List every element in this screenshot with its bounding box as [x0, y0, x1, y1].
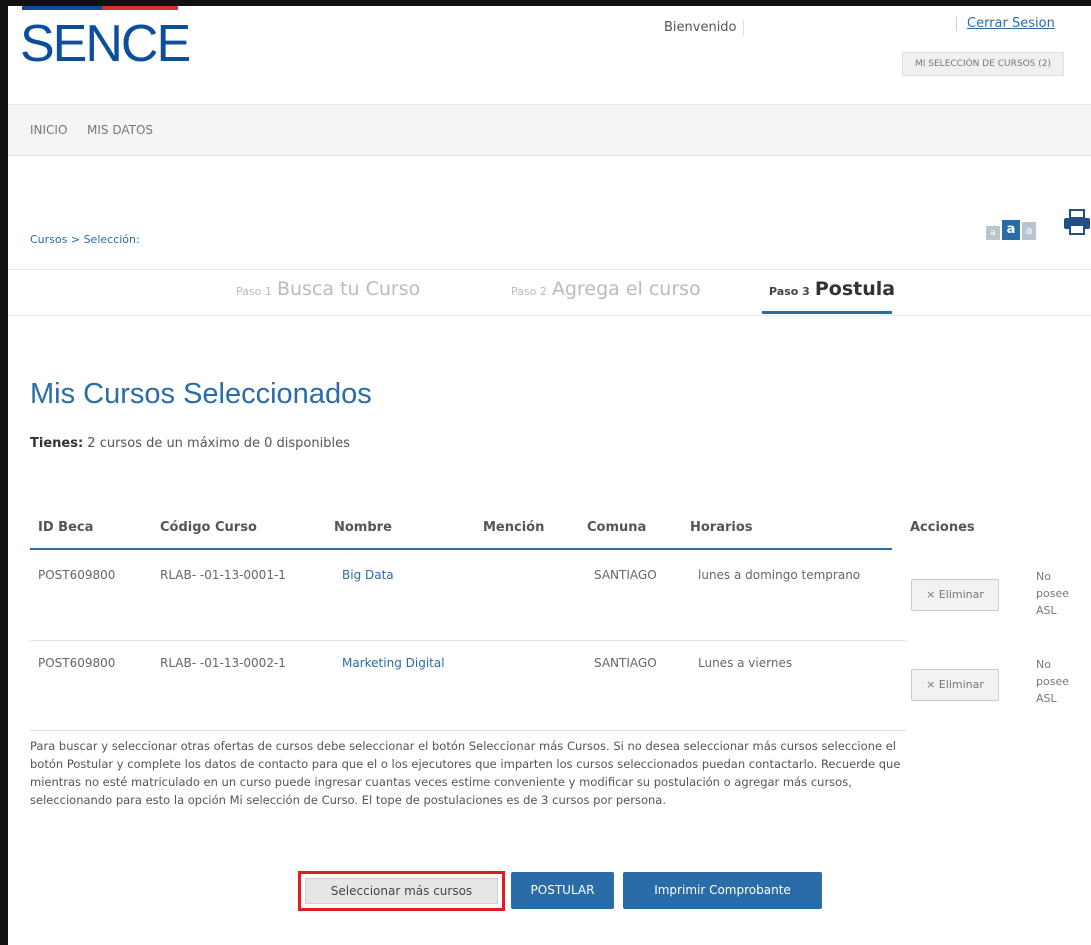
cell-horarios: Lunes a viernes	[698, 656, 793, 670]
cell-horarios: lunes a domingo temprano	[698, 568, 861, 582]
cell-id-beca: POST609800	[38, 656, 116, 670]
logo-color-bar	[22, 6, 178, 10]
col-header-comuna: Comuna	[587, 520, 647, 535]
page-title: Mis Cursos Seleccionados	[30, 378, 372, 410]
steps-bar: Paso 1 Busca tu Curso Paso 2 Agrega el c…	[8, 269, 1091, 316]
active-step-indicator	[762, 311, 892, 314]
courses-summary: Tienes: 2 cursos de un máximo de 0 dispo…	[30, 436, 350, 451]
col-header-codigo: Código Curso	[160, 520, 257, 535]
print-receipt-button[interactable]: Imprimir Comprobante	[623, 872, 822, 909]
window-frame-left	[0, 0, 8, 945]
cell-id-beca: POST609800	[38, 568, 116, 582]
main-nav: INICIO MIS DATOS	[8, 104, 1091, 156]
step-3[interactable]: Paso 3 Postula	[769, 278, 895, 300]
col-header-id-beca: ID Beca	[38, 520, 94, 535]
page: SENCE Bienvenido Cerrar Sesion MI SELECC…	[8, 6, 1091, 945]
remove-course-button[interactable]: × Eliminar	[911, 579, 999, 611]
cell-asl: No posee ASL	[1036, 570, 1069, 617]
col-header-acciones: Acciones	[910, 520, 975, 535]
nav-item-mis-datos[interactable]: MIS DATOS	[87, 123, 153, 137]
logout-link[interactable]: Cerrar Sesion	[956, 16, 1055, 31]
cell-comuna: SANTIAGO	[594, 656, 657, 670]
print-icon[interactable]	[1062, 208, 1091, 236]
cell-codigo: RLAB- -01-13-0001-1	[160, 568, 286, 582]
row-divider	[30, 730, 906, 731]
postular-button[interactable]: POSTULAR	[511, 872, 614, 909]
breadcrumb[interactable]: Cursos > Selección:	[30, 233, 140, 246]
font-size-medium-button[interactable]: a	[1002, 220, 1020, 240]
cell-codigo: RLAB- -01-13-0002-1	[160, 656, 286, 670]
col-header-mencion: Mención	[483, 520, 545, 535]
cell-asl: No posee ASL	[1036, 658, 1069, 705]
summary-label: Tienes:	[30, 436, 84, 451]
welcome-text: Bienvenido	[664, 20, 744, 35]
info-paragraph: Para buscar y seleccionar otras ofertas …	[30, 739, 901, 807]
nav-item-inicio[interactable]: INICIO	[30, 123, 67, 137]
step-2[interactable]: Paso 2 Agrega el curso	[511, 278, 701, 300]
course-link-marketing-digital[interactable]: Marketing Digital	[342, 656, 445, 670]
select-more-courses-button[interactable]: Seleccionar más cursos	[298, 871, 505, 911]
font-size-small-button[interactable]: a	[986, 226, 1000, 240]
row-divider	[30, 640, 906, 641]
select-more-courses-label: Seleccionar más cursos	[305, 878, 498, 904]
step-1[interactable]: Paso 1 Busca tu Curso	[236, 278, 420, 300]
col-header-nombre: Nombre	[334, 520, 392, 535]
cell-comuna: SANTIAGO	[594, 568, 657, 582]
remove-course-button[interactable]: × Eliminar	[911, 669, 999, 701]
my-selection-button[interactable]: MI SELECCIÓN DE CURSOS (2)	[902, 52, 1065, 76]
table-header-divider	[30, 548, 892, 550]
sence-logo[interactable]: SENCE	[20, 14, 191, 74]
col-header-horarios: Horarios	[690, 520, 753, 535]
summary-text: 2 cursos de un máximo de 0 disponibles	[87, 436, 350, 451]
course-link-big-data[interactable]: Big Data	[342, 568, 394, 582]
font-size-large-button[interactable]: a	[1022, 222, 1036, 240]
